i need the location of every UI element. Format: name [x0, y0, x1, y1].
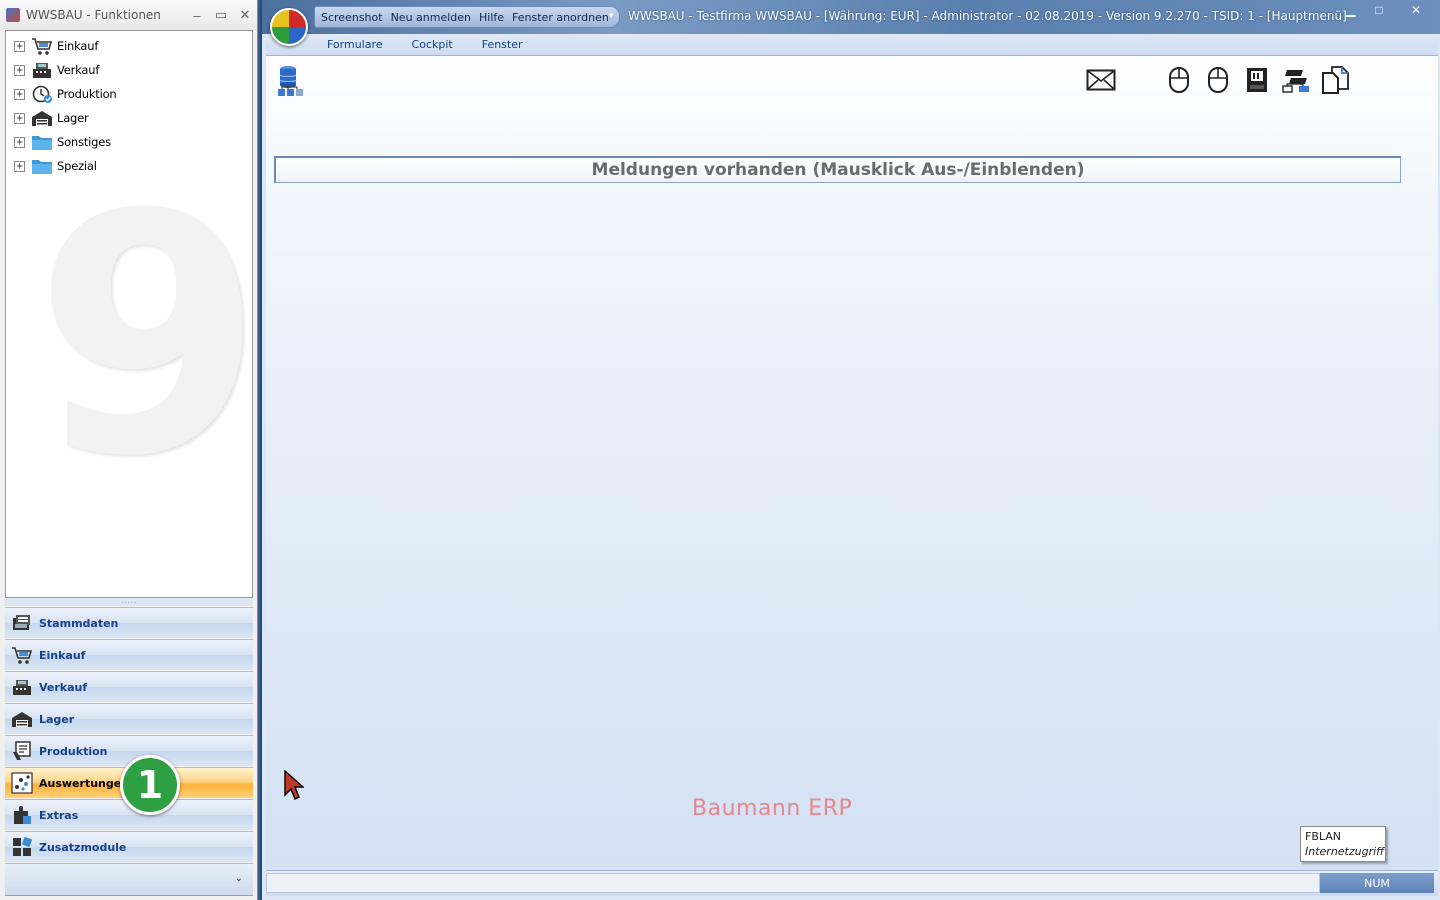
nav-label: Einkauf — [39, 648, 86, 662]
cash-register-icon — [31, 60, 53, 80]
expand-icon[interactable]: + — [14, 40, 25, 52]
quick-access-toolbar: Screenshot Neu anmelden Hilfe Fenster an… — [314, 6, 620, 28]
expand-icon[interactable]: + — [14, 112, 25, 124]
qat-hilfe[interactable]: Hilfe — [479, 11, 504, 24]
function-tree: 9 + Einkauf + Verkauf + Produktion + Lag… — [5, 30, 253, 598]
brand-text: Baumann ERP — [692, 796, 853, 821]
tree-item-spezial[interactable]: + Spezial — [6, 154, 97, 178]
qat-neu-anmelden[interactable]: Neu anmelden — [391, 11, 471, 24]
modules-icon — [11, 836, 33, 858]
qat-screenshot[interactable]: Screenshot — [321, 11, 383, 24]
main-window-title: WWSBAU - Testfirma WWSBAU - [Währung: EU… — [628, 9, 1347, 23]
puzzle-icon — [11, 804, 33, 826]
nav-button-zusatzmodule[interactable]: Zusatzmodule — [5, 831, 253, 862]
version-watermark: 9 — [34, 144, 253, 528]
warehouse-icon — [11, 708, 33, 730]
tree-item-label: Verkauf — [57, 63, 100, 77]
pane-splitter[interactable]: ..... — [5, 597, 253, 606]
functions-window-title: WWSBAU - Funktionen — [26, 8, 161, 22]
expand-icon[interactable]: + — [14, 160, 25, 172]
tree-item-verkauf[interactable]: + Verkauf — [6, 58, 99, 82]
status-bar: NUM — [266, 870, 1438, 896]
maximize-button[interactable]: □ — [1366, 2, 1392, 20]
tree-item-label: Sonstiges — [57, 135, 111, 149]
scatter-chart-icon — [11, 772, 33, 794]
master-data-icon — [11, 612, 33, 634]
nav-label: Zusatzmodule — [39, 840, 127, 854]
mouse-pointer-icon — [284, 769, 305, 805]
tree-item-sonstiges[interactable]: + Sonstiges — [6, 130, 111, 154]
expand-icon[interactable]: + — [14, 64, 25, 76]
folder-icon — [31, 132, 53, 152]
status-text-panel — [266, 873, 1320, 893]
nav-label: Lager — [39, 712, 75, 726]
cash-register-icon — [11, 676, 33, 698]
warehouse-icon — [31, 108, 53, 128]
menu-fenster[interactable]: Fenster — [482, 38, 523, 51]
shopping-cart-icon — [11, 644, 33, 666]
close-button[interactable]: ✕ — [233, 7, 257, 23]
menu-bar: Formulare Cockpit Fenster — [266, 34, 1438, 56]
qat-dropdown-icon[interactable]: ▾ — [609, 10, 614, 21]
tree-item-produktion[interactable]: + Produktion — [6, 82, 117, 106]
tree-item-label: Spezial — [57, 159, 97, 173]
mouse-icon[interactable] — [1164, 65, 1194, 95]
main-window-titlebar[interactable]: Screenshot Neu anmelden Hilfe Fenster an… — [262, 0, 1440, 34]
production-icon — [11, 740, 33, 762]
shopping-cart-icon — [31, 36, 53, 56]
chevron-down-icon[interactable]: ⌄ — [235, 873, 243, 884]
expand-icon[interactable]: + — [14, 136, 25, 148]
documents-icon[interactable] — [1320, 65, 1350, 95]
tree-item-einkauf[interactable]: + Einkauf — [6, 34, 98, 58]
application-orb-button[interactable] — [270, 8, 308, 46]
tooltip-line: Internetzugriff — [1305, 845, 1385, 858]
nav-button-einkauf[interactable]: Einkauf — [5, 639, 253, 670]
nav-label: Auswertungen — [39, 776, 130, 790]
network-status-tooltip: FBLAN Internetzugriff — [1300, 826, 1386, 862]
tooltip-line: FBLAN — [1305, 830, 1342, 843]
nav-label: Extras — [39, 808, 79, 822]
app-icon — [6, 8, 20, 22]
num-lock-indicator: NUM — [1364, 876, 1390, 890]
database-icon[interactable] — [276, 64, 306, 103]
nav-label: Stammdaten — [39, 616, 119, 630]
nav-button-stammdaten[interactable]: Stammdaten — [5, 607, 253, 638]
clock-check-icon — [31, 84, 53, 104]
nav-button-verkauf[interactable]: Verkauf — [5, 671, 253, 702]
minimize-button[interactable]: ‒ — [185, 8, 209, 23]
tree-item-lager[interactable]: + Lager — [6, 106, 89, 130]
nav-button-produktion[interactable]: Produktion — [5, 735, 253, 766]
expand-icon[interactable]: + — [14, 88, 25, 100]
nav-overflow-bar[interactable]: ⌄ — [5, 863, 253, 896]
minimize-button[interactable]: ▁ — [1338, 2, 1364, 20]
mouse-icon[interactable] — [1203, 65, 1233, 95]
tree-item-label: Produktion — [57, 87, 117, 101]
mail-icon[interactable] — [1086, 65, 1116, 95]
folder-icon — [31, 156, 53, 176]
step-badge: 1 — [120, 755, 180, 815]
close-button[interactable]: ✕ — [1394, 2, 1438, 20]
functions-window: WWSBAU - Funktionen ‒ ▭ ✕ 9 + Einkauf + … — [0, 0, 258, 900]
main-content: Meldungen vorhanden (Mausklick Aus-/Einb… — [266, 56, 1438, 870]
menu-cockpit[interactable]: Cockpit — [412, 38, 453, 51]
main-window: Screenshot Neu anmelden Hilfe Fenster an… — [260, 0, 1440, 900]
tree-item-label: Einkauf — [57, 39, 99, 53]
menu-formulare[interactable]: Formulare — [327, 38, 383, 51]
maximize-button[interactable]: ▭ — [209, 7, 233, 23]
tree-item-label: Lager — [57, 111, 89, 125]
nav-button-lager[interactable]: Lager — [5, 703, 253, 734]
nav-label: Verkauf — [39, 680, 88, 694]
nav-label: Produktion — [39, 744, 108, 758]
qat-fenster-anordnen[interactable]: Fenster anordnen — [512, 11, 609, 24]
functions-window-titlebar[interactable]: WWSBAU - Funktionen ‒ ▭ ✕ — [0, 0, 257, 30]
status-indicator-panel: NUM — [1320, 873, 1434, 893]
network-icon[interactable] — [1281, 65, 1311, 95]
messages-toggle-bar[interactable]: Meldungen vorhanden (Mausklick Aus-/Einb… — [274, 156, 1401, 183]
memory-card-icon[interactable] — [1242, 65, 1272, 95]
